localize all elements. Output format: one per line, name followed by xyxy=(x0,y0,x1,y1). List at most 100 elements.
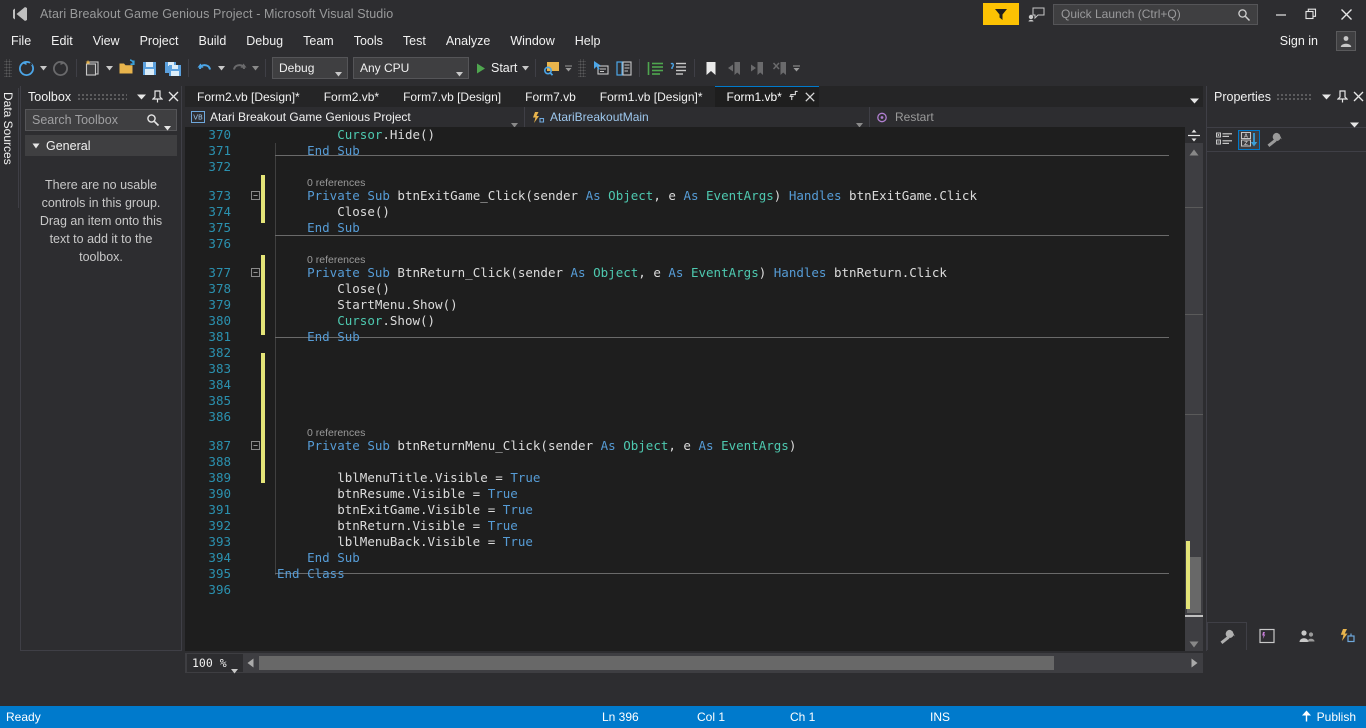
tab-form1-vb[interactable]: Form1.vb* xyxy=(714,86,819,107)
save-icon[interactable] xyxy=(138,57,161,79)
navbar-project-dropdown[interactable]: VB Atari Breakout Game Genious Project xyxy=(185,107,525,128)
toolbox-group-general[interactable]: General xyxy=(25,135,177,156)
menu-edit[interactable]: Edit xyxy=(42,31,82,51)
next-bookmark-icon[interactable] xyxy=(745,57,768,79)
toolbox-pin-icon[interactable] xyxy=(149,88,165,106)
tab-solution-explorer[interactable] xyxy=(1247,622,1287,650)
tab-pin-icon[interactable] xyxy=(789,90,799,104)
navigate-to-icon[interactable] xyxy=(589,57,612,79)
menu-test[interactable]: Test xyxy=(394,31,435,51)
toolbar-overflow-2[interactable] xyxy=(791,57,802,79)
menu-team[interactable]: Team xyxy=(294,31,343,51)
toolbar-grip-2[interactable] xyxy=(578,59,587,77)
code-editor[interactable]: 370 Cursor.Hide() 371 End Sub 372 0 referen… xyxy=(185,127,1185,651)
data-sources-tab[interactable]: Data Sources xyxy=(0,88,19,208)
scroll-right-arrow[interactable] xyxy=(1185,658,1203,668)
editor-zoom-combo[interactable]: 100 % xyxy=(187,654,243,674)
new-project-icon[interactable] xyxy=(81,57,104,79)
menu-analyze[interactable]: Analyze xyxy=(437,31,499,51)
toolbox-search-input[interactable]: Search Toolbox xyxy=(25,109,177,131)
toolbar-grip[interactable] xyxy=(4,59,12,77)
toolbox-close-icon[interactable] xyxy=(165,88,181,106)
vertical-scroll-track[interactable] xyxy=(1185,159,1203,637)
collapse-toggle-icon[interactable]: − xyxy=(251,441,260,450)
solution-explorer-nav-icon[interactable] xyxy=(612,57,635,79)
undo-icon[interactable] xyxy=(193,57,216,79)
start-debug-button[interactable]: Start xyxy=(469,61,520,75)
properties-pin-icon[interactable] xyxy=(1334,88,1350,106)
close-button[interactable] xyxy=(1326,0,1366,28)
scroll-left-arrow[interactable] xyxy=(243,658,257,668)
navbar-class-dropdown[interactable]: AtariBreakoutMain xyxy=(525,107,870,128)
funnel-icon[interactable] xyxy=(983,3,1019,25)
tab-close-icon[interactable] xyxy=(805,90,815,105)
collapse-toggle-icon[interactable]: − xyxy=(251,191,260,200)
account-avatar-icon[interactable] xyxy=(1336,31,1356,51)
tab-form7-vb[interactable]: Form7.vb xyxy=(513,86,588,107)
comment-lines-icon[interactable] xyxy=(644,57,667,79)
save-all-icon[interactable] xyxy=(161,57,184,79)
horizontal-scroll-thumb[interactable] xyxy=(259,656,1054,670)
solution-platform-combo[interactable]: Any CPU xyxy=(353,57,469,79)
properties-wrench-icon[interactable] xyxy=(1263,130,1285,150)
minimize-button[interactable] xyxy=(1266,0,1296,28)
properties-close-icon[interactable] xyxy=(1350,88,1366,106)
tab-form1-design[interactable]: Form1.vb [Design]* xyxy=(588,86,715,107)
undo-dropdown[interactable] xyxy=(216,57,227,79)
properties-drag-grip[interactable] xyxy=(1275,93,1313,100)
tab-properties-window[interactable] xyxy=(1207,622,1247,650)
toolbox-drag-grip[interactable] xyxy=(77,93,127,100)
scroll-up-arrow[interactable] xyxy=(1185,145,1203,159)
maximize-restore-button[interactable] xyxy=(1296,0,1326,28)
new-project-dropdown[interactable] xyxy=(104,57,115,79)
send-feedback-icon[interactable] xyxy=(1023,3,1049,25)
menu-build[interactable]: Build xyxy=(189,31,235,51)
properties-title: Properties xyxy=(1214,89,1271,104)
horizontal-scroll-track[interactable] xyxy=(257,656,1185,670)
sign-in-link[interactable]: Sign in xyxy=(1280,34,1318,48)
tab-form2-vb[interactable]: Form2.vb* xyxy=(312,86,391,107)
toolbox-search-dropdown-icon[interactable] xyxy=(164,118,171,136)
start-dropdown[interactable] xyxy=(520,57,531,79)
alphabetical-icon[interactable]: A Z xyxy=(1238,129,1260,150)
publish-button[interactable]: Publish xyxy=(1301,710,1356,725)
collapse-toggle-icon[interactable]: − xyxy=(251,268,260,277)
scroll-down-arrow[interactable] xyxy=(1185,637,1203,651)
code-token: ) xyxy=(788,438,797,453)
find-in-files-icon[interactable] xyxy=(540,57,563,79)
editor-horizontal-scrollbar[interactable]: 100 % xyxy=(185,653,1203,674)
clear-bookmarks-icon[interactable] xyxy=(768,57,791,79)
open-file-icon[interactable] xyxy=(115,57,138,79)
menu-file[interactable]: File xyxy=(2,31,40,51)
categorized-icon[interactable] xyxy=(1213,130,1235,150)
navigate-backward-dropdown[interactable] xyxy=(38,57,49,79)
menu-help[interactable]: Help xyxy=(566,31,610,51)
tab-form2-design[interactable]: Form2.vb [Design]* xyxy=(185,86,312,107)
toolbox-menu-icon[interactable] xyxy=(133,88,149,106)
tab-class-view[interactable] xyxy=(1327,622,1366,650)
properties-object-combo[interactable] xyxy=(1207,107,1366,128)
navigate-backward-icon[interactable] xyxy=(15,57,38,79)
redo-icon[interactable] xyxy=(227,57,250,79)
navigate-forward-icon[interactable] xyxy=(49,57,72,79)
redo-dropdown[interactable] xyxy=(250,57,261,79)
tab-form7-design[interactable]: Form7.vb [Design] xyxy=(391,86,513,107)
menu-view[interactable]: View xyxy=(84,31,129,51)
tab-team-explorer[interactable] xyxy=(1287,622,1327,650)
code-token: Private xyxy=(307,265,360,280)
quick-launch-input[interactable]: Quick Launch (Ctrl+Q) xyxy=(1053,3,1258,25)
previous-bookmark-icon[interactable] xyxy=(722,57,745,79)
split-view-button[interactable] xyxy=(1185,127,1203,143)
menu-project[interactable]: Project xyxy=(131,31,188,51)
solution-configuration-combo[interactable]: Debug xyxy=(272,57,348,79)
toolbar-overflow-1[interactable] xyxy=(563,57,574,79)
menu-tools[interactable]: Tools xyxy=(345,31,392,51)
properties-menu-icon[interactable] xyxy=(1318,88,1334,106)
navbar-member-dropdown[interactable]: Restart xyxy=(870,107,1200,127)
toggle-bookmark-icon[interactable] xyxy=(699,57,722,79)
menu-window[interactable]: Window xyxy=(501,31,563,51)
editor-vertical-scrollbar[interactable] xyxy=(1185,127,1203,651)
menu-debug[interactable]: Debug xyxy=(237,31,292,51)
uncomment-lines-icon[interactable] xyxy=(667,57,690,79)
